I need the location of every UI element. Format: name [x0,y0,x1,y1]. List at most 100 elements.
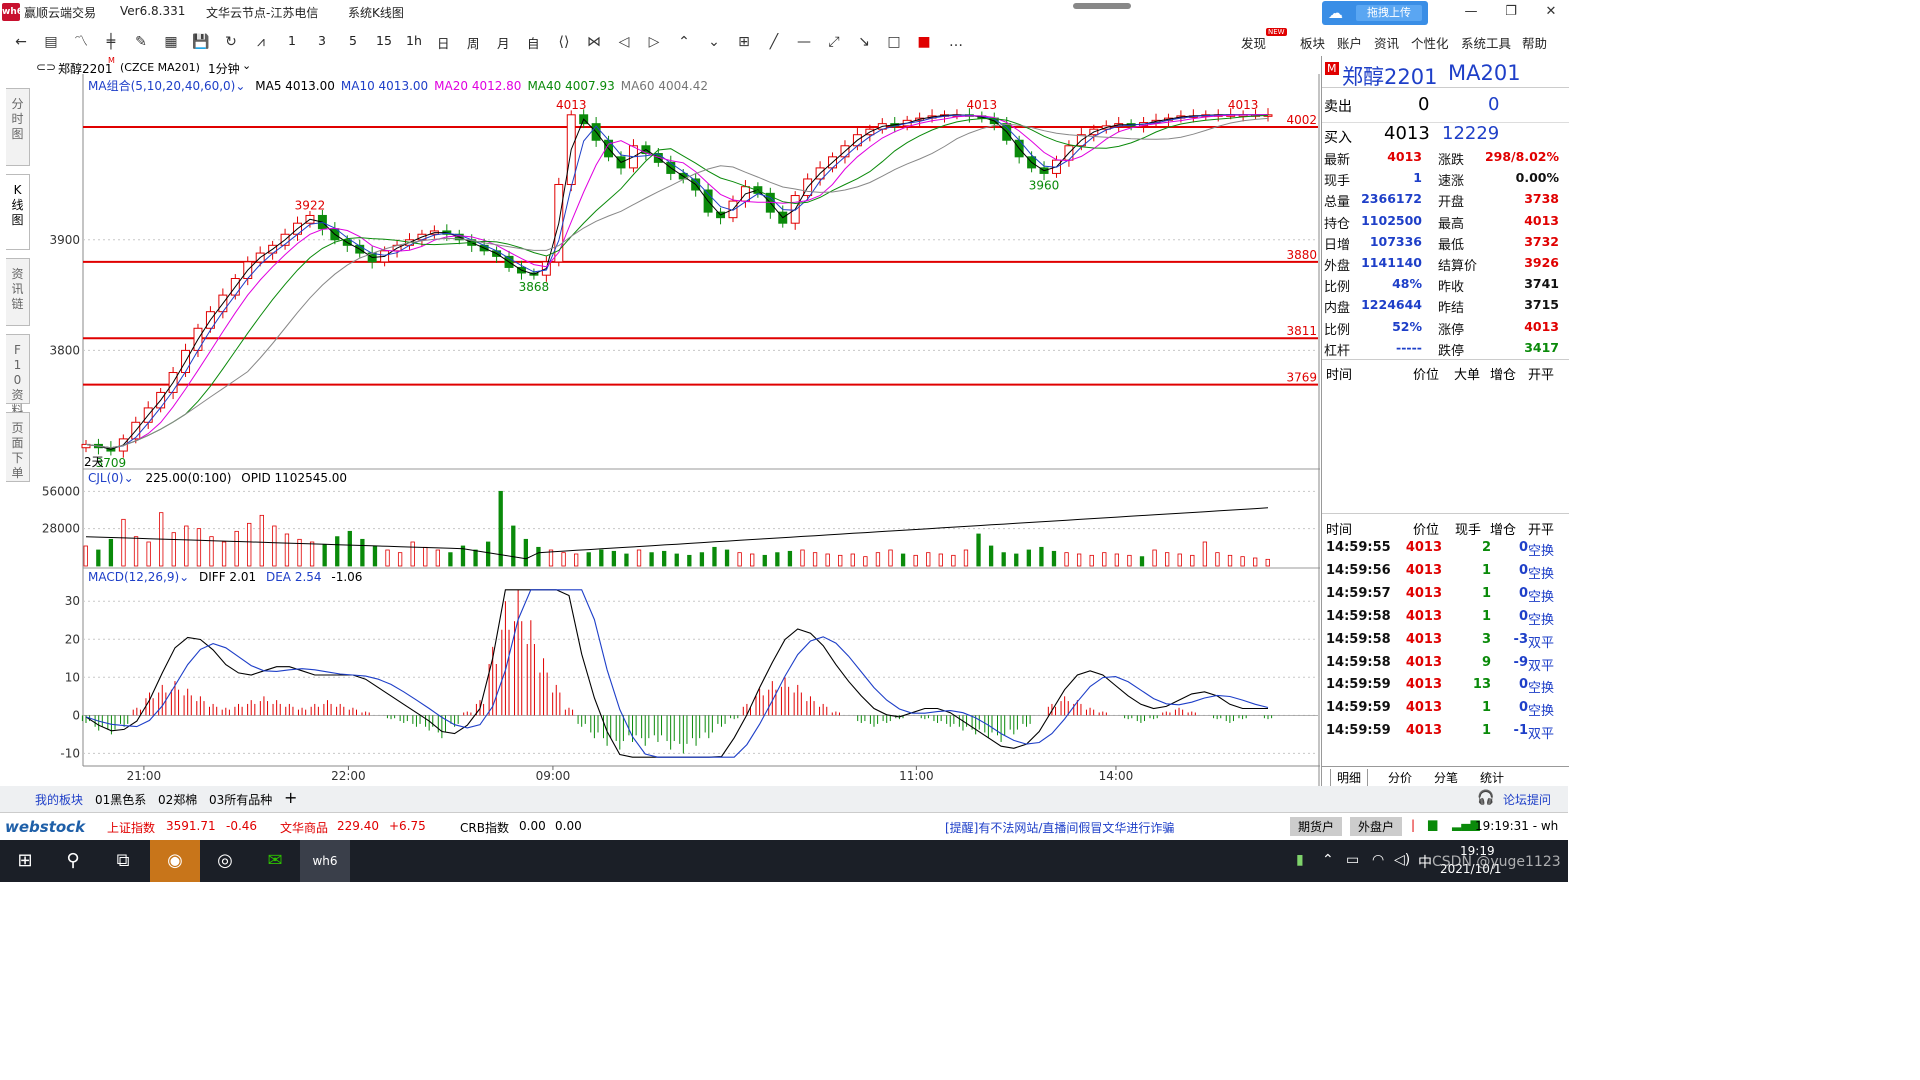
tick-row[interactable]: 14:59:58 4013 1 0 空换 [1322,607,1569,628]
close-button[interactable]: ✕ [1536,2,1566,22]
period-1[interactable]: 1 [288,33,296,48]
period-custom[interactable]: 自 [527,33,540,52]
idx2-name[interactable]: 文华商品 [280,819,328,836]
ma-legend-label[interactable]: MA组合(5,10,20,40,60,0) [88,79,235,93]
zoom-in-icon[interactable]: ⟨⟩ [553,31,575,53]
volume-bar [1127,554,1132,567]
volume-bar [96,549,101,567]
futures-account-button[interactable]: 期货户 [1290,817,1343,836]
big-h-time: 时间 [1326,368,1353,383]
search-icon[interactable]: ⚲ [48,840,98,882]
wh6-taskbar-icon[interactable]: wh6 [300,840,350,882]
left-icon[interactable]: ◁ [613,31,635,53]
foreign-account-button[interactable]: 外盘户 [1350,817,1403,836]
windows-start-icon[interactable]: ⊞ [0,840,50,882]
tick-row[interactable]: 14:59:56 4013 1 0 空换 [1322,561,1569,582]
menu-news[interactable]: 资讯 [1374,33,1399,52]
tick-row[interactable]: 14:59:59 4013 1 -1 双平 [1322,721,1569,742]
volume-legend-label[interactable]: CJL(0) [88,471,124,485]
chart-svg[interactable]: 4002 3880 3811 3769 3900 3800 56000 28000 30 20 1… [0,56,1320,786]
tick-oi: -1 [1513,723,1528,739]
period-day[interactable]: 日 [437,33,450,52]
tab-all[interactable]: 03所有品种 [209,791,272,808]
macd-legend-label[interactable]: MACD(12,26,9) [88,570,179,584]
tab-stats[interactable]: 统计 [1474,769,1511,787]
upload-button[interactable]: ☁ 拖拽上传 [1322,1,1428,25]
tick-row[interactable]: 14:59:59 4013 13 0 空换 [1322,675,1569,696]
tab-my-sector[interactable]: 我的板块 [35,791,83,808]
tick-row[interactable]: 14:59:55 4013 2 0 空换 [1322,538,1569,559]
down-icon[interactable]: ⌄ [703,31,725,53]
tick-row[interactable]: 14:59:58 4013 9 -9 双平 [1322,653,1569,674]
period-15[interactable]: 15 [376,33,392,48]
line-chart-icon[interactable]: 〽 [70,31,92,53]
menu-help[interactable]: 帮助 [1522,33,1547,52]
back-arrow-icon[interactable]: ← [10,31,32,53]
period-week[interactable]: 周 [467,33,480,52]
task-view-icon[interactable]: ⧉ [98,840,148,882]
idx3-name[interactable]: CRB指数 [460,819,509,836]
tab-black[interactable]: 01黑色系 [95,791,146,808]
tab-trades[interactable]: 分笔 [1428,769,1465,787]
rect-icon[interactable]: □ [883,31,905,53]
volume-bar [636,549,642,567]
bid-row[interactable]: 买入 4013 12229 [1322,122,1569,146]
forum-link[interactable]: 论坛提问 [1503,791,1551,808]
title-scroll-pill[interactable] [1073,3,1131,9]
wechat-icon[interactable]: ✉ [250,840,300,882]
period-month[interactable]: 月 [497,33,510,52]
refresh-icon[interactable]: ↻ [220,31,242,53]
tray-chevron-icon[interactable]: ⌃ [1322,852,1334,868]
save-icon[interactable]: 💾 [190,31,212,53]
volume-icon[interactable]: ◁) [1394,852,1410,868]
tick-price: 4013 [1405,723,1442,739]
volume-bar [322,544,327,567]
menu-discover[interactable]: 发现 [1241,33,1266,52]
stat-value: 1102500 [1361,212,1422,228]
tick-volume: 13 [1472,677,1491,693]
list-icon[interactable]: ▤ [40,31,62,53]
menu-sectors[interactable]: 板块 [1300,33,1325,52]
menu-personalize[interactable]: 个性化 [1411,33,1449,52]
zoom-out-icon[interactable]: ⋈ [583,31,605,53]
up-icon[interactable]: ⌃ [673,31,695,53]
minimize-button[interactable]: — [1456,2,1486,22]
color-swatch-icon[interactable]: ■ [913,31,935,53]
app-browser-icon[interactable]: ◉ [150,840,200,882]
period-1h[interactable]: 1h [406,33,422,48]
add-tab-button[interactable]: + [284,788,297,807]
ime-indicator[interactable]: 中 [1418,852,1432,872]
menu-tools[interactable]: 系统工具 [1461,33,1511,52]
tick-row[interactable]: 14:59:58 4013 3 -3 双平 [1322,630,1569,651]
divider-icon: | [1411,818,1416,832]
period-5[interactable]: 5 [349,33,357,48]
volume-bar [649,552,654,567]
hline-icon[interactable]: — [793,31,815,53]
battery-icon[interactable]: ▭ [1346,852,1359,868]
arrow-line-icon[interactable]: ↘ [853,31,875,53]
period-3[interactable]: 3 [318,33,326,48]
ray-icon[interactable]: ⤢ [823,31,845,53]
maximize-button[interactable]: ❐ [1496,2,1526,22]
layout-icon[interactable]: ⊞ [733,31,755,53]
wifi-icon[interactable]: ◠ [1372,852,1384,868]
board-icon[interactable]: ▦ [160,31,182,53]
tab-cotton[interactable]: 02郑棉 [158,791,197,808]
tick-row[interactable]: 14:59:57 4013 1 0 空换 [1322,584,1569,605]
draw-icon[interactable]: ✎ [130,31,152,53]
chrome-icon[interactable]: ◎ [200,840,250,882]
ask-row[interactable]: 卖出 0 0 [1322,94,1569,116]
volume-bar [800,549,805,567]
menu-account[interactable]: 账户 [1337,33,1362,52]
draw-line-icon[interactable]: ╱ [763,31,785,53]
right-icon[interactable]: ▷ [643,31,665,53]
idx1-name[interactable]: 上证指数 [107,819,155,836]
notice-link[interactable]: [提醒]有不法网站/直播间假冒文华进行诈骗 [945,819,1174,836]
tick-row[interactable]: 14:59:59 4013 1 0 空换 [1322,698,1569,719]
tab-detail[interactable]: 明细 [1330,769,1369,787]
more-icon[interactable]: … [945,31,967,53]
stat-value: 52% [1392,318,1422,334]
indicator-icon[interactable]: ⩘ [250,31,272,53]
tab-price-dist[interactable]: 分价 [1382,769,1419,787]
candle-icon[interactable]: ╪ [100,31,122,53]
